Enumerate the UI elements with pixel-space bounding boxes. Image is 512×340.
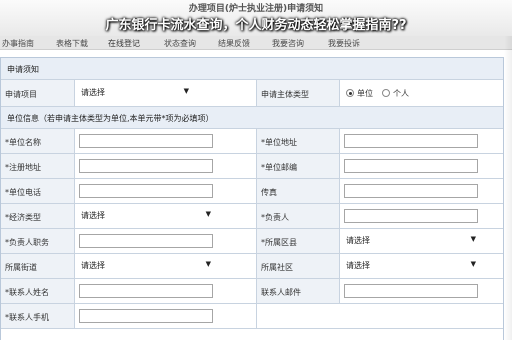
- contact-email-input[interactable]: [344, 284, 478, 298]
- legal-person-input[interactable]: [344, 209, 478, 223]
- form-row: *注册地址 *单位邮编: [1, 154, 503, 179]
- unit-postcode-label: *单位邮编: [261, 163, 297, 172]
- application-form-page: 办理项目(炉士执业注册)申请须知 广东银行卡流水查询，个人财务动态轻松掌握指南?…: [0, 0, 512, 340]
- project-label: 申请项目: [5, 90, 37, 99]
- project-select[interactable]: 请选择 ▼: [79, 86, 191, 100]
- contact-email-label: 联系人邮件: [261, 288, 301, 297]
- form-panel: 申请须知 申请项目 请选择 ▼ 申请主体类型 单位 个人 单位信息（若申请主体类…: [0, 57, 504, 340]
- tab-consult[interactable]: 我要咨询: [272, 38, 304, 49]
- legal-person-label: *负责人: [261, 213, 289, 222]
- chevron-down-icon: ▼: [205, 210, 211, 218]
- district-select[interactable]: 请选择 ▼: [344, 234, 478, 248]
- community-select[interactable]: 请选择 ▼: [344, 259, 478, 273]
- contact-name-input[interactable]: [79, 284, 213, 298]
- unit-address-input[interactable]: [344, 134, 478, 148]
- overlay-title: 广东银行卡流水查询，个人财务动态轻松掌握指南??: [105, 18, 407, 33]
- contact-mobile-input[interactable]: [79, 309, 213, 323]
- street-label: 所属街道: [5, 263, 37, 272]
- fax-label: 传真: [261, 188, 277, 197]
- form-row: *经济类型 请选择 ▼ *负责人: [1, 204, 503, 229]
- contact-name-label: *联系人姓名: [5, 288, 49, 297]
- section-unit-title: 单位信息（若申请主体类型为单位,本单元带*项为必填项）: [7, 114, 214, 123]
- chevron-down-icon: ▼: [183, 87, 189, 95]
- form-row: *单位电话 传真: [1, 179, 503, 204]
- district-label: *所属区县: [261, 238, 297, 247]
- section-unit-header: 单位信息（若申请主体类型为单位,本单元带*项为必填项）: [1, 107, 503, 129]
- tab-status-query[interactable]: 状态查询: [164, 38, 196, 49]
- unit-name-input[interactable]: [79, 134, 213, 148]
- legal-duty-label: *负责人职务: [5, 238, 49, 247]
- fax-input[interactable]: [344, 184, 478, 198]
- form-row: *负责人职务 *所属区县 请选择 ▼: [1, 229, 503, 254]
- contact-mobile-label: *联系人手机: [5, 313, 49, 322]
- section-notice-title: 申请须知: [7, 65, 39, 74]
- tab-result-feedback[interactable]: 结果反馈: [218, 38, 250, 49]
- street-select[interactable]: 请选择 ▼: [79, 259, 213, 273]
- tab-online-register[interactable]: 在线登记: [108, 38, 140, 49]
- radio-unit-label: 单位: [357, 89, 373, 98]
- edge-shadow: [504, 36, 512, 340]
- radio-person-label: 个人: [393, 89, 409, 98]
- chevron-down-icon: ▼: [470, 235, 476, 243]
- notice-title: 办理项目(炉士执业注册)申请须知: [188, 4, 324, 14]
- tab-guide[interactable]: 办事指南: [2, 38, 34, 49]
- reg-address-input[interactable]: [79, 159, 213, 173]
- subject-type-label: 申请主体类型: [261, 90, 309, 99]
- project-row: 申请项目 请选择 ▼ 申请主体类型 单位 个人: [1, 80, 503, 107]
- community-label: 所属社区: [261, 263, 293, 272]
- unit-phone-label: *单位电话: [5, 188, 41, 197]
- unit-postcode-input[interactable]: [344, 159, 478, 173]
- unit-phone-input[interactable]: [79, 184, 213, 198]
- form-row: 所属街道 请选择 ▼ 所属社区 请选择 ▼: [1, 254, 503, 279]
- econ-type-select[interactable]: 请选择 ▼: [79, 209, 213, 223]
- header-strip: 办理项目(炉士执业注册)申请须知 广东银行卡流水查询，个人财务动态轻松掌握指南?…: [0, 0, 512, 36]
- unit-name-label: *单位名称: [5, 138, 41, 147]
- tab-complaint[interactable]: 我要投诉: [328, 38, 360, 49]
- form-row: *单位名称 *单位地址: [1, 129, 503, 154]
- chevron-down-icon: ▼: [205, 260, 211, 268]
- form-row: *联系人姓名 联系人邮件: [1, 279, 503, 304]
- unit-address-label: *单位地址: [261, 138, 297, 147]
- form-row: *联系人手机: [1, 304, 503, 329]
- chevron-down-icon: ▼: [470, 260, 476, 268]
- tab-download[interactable]: 表格下载: [56, 38, 88, 49]
- econ-type-label: *经济类型: [5, 213, 41, 222]
- reg-address-label: *注册地址: [5, 163, 41, 172]
- radio-person[interactable]: [382, 89, 390, 97]
- legal-duty-input[interactable]: [79, 234, 213, 248]
- nav-tabbar: 办事指南 表格下载 在线登记 状态查询 结果反馈 我要咨询 我要投诉: [0, 36, 512, 50]
- section-notice-header: 申请须知: [1, 58, 503, 80]
- radio-unit[interactable]: [346, 89, 354, 97]
